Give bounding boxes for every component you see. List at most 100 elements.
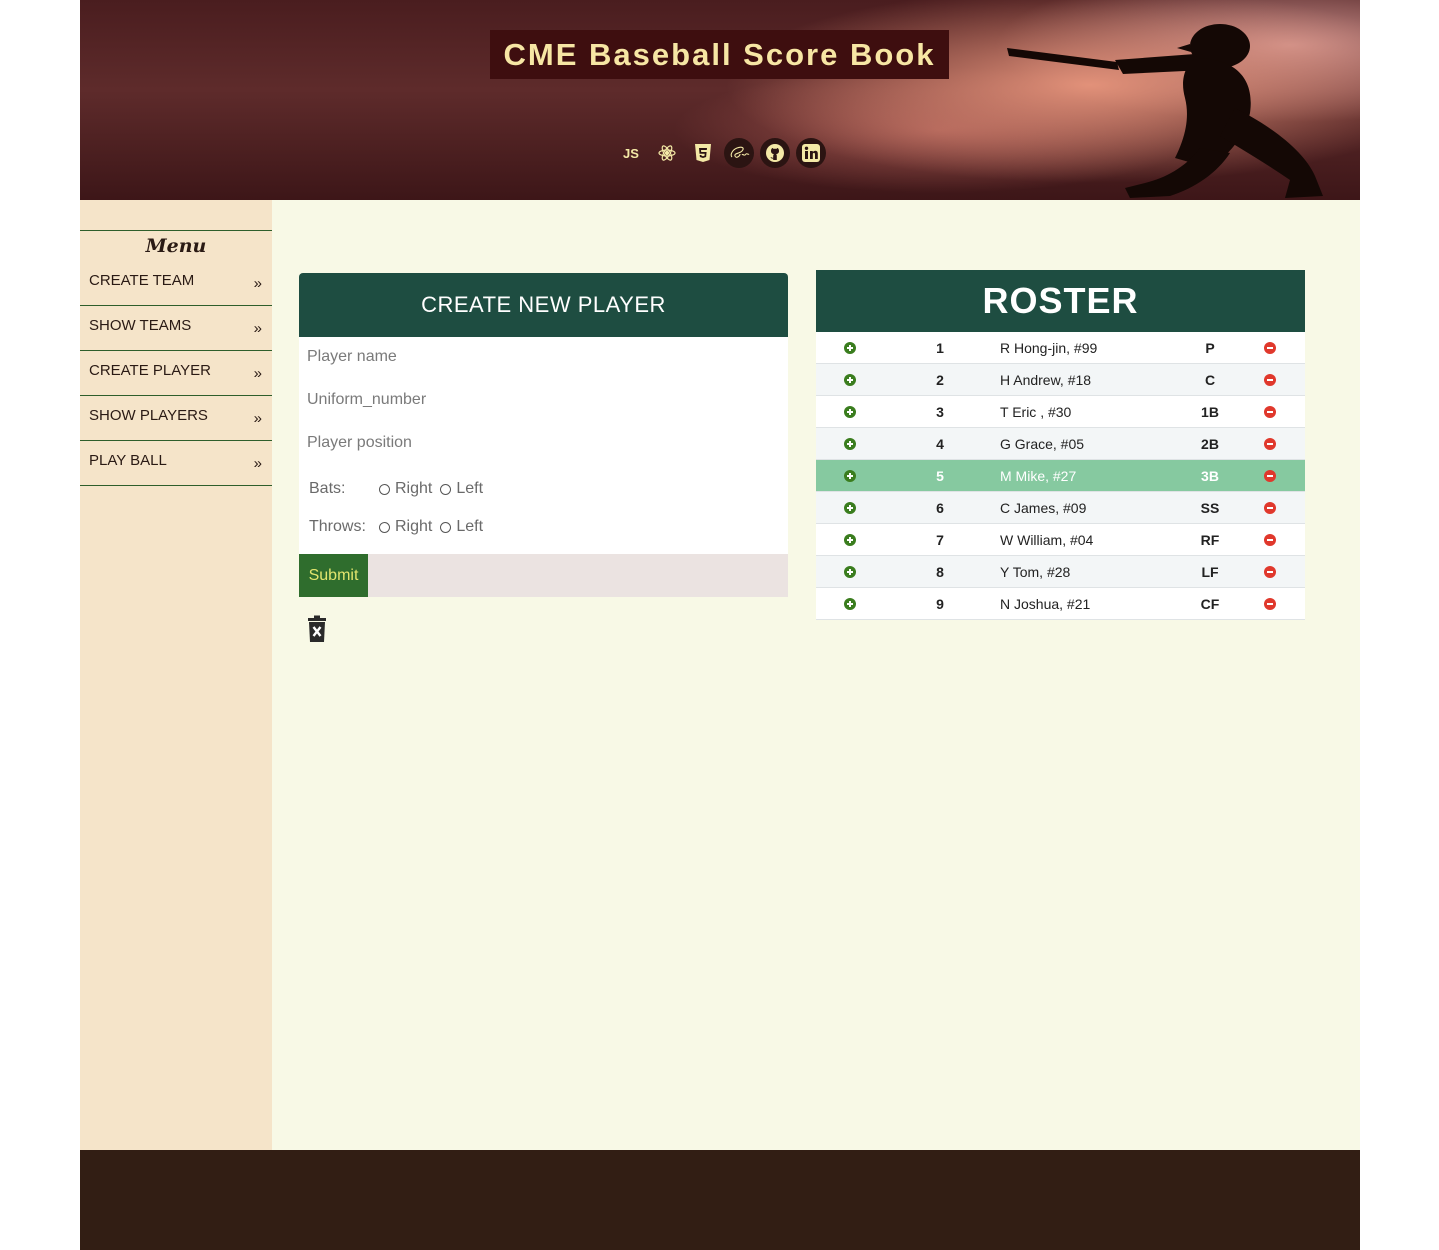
remove-circle-icon[interactable]	[1264, 469, 1276, 485]
player-name: T Eric , #30	[1000, 404, 1072, 420]
menu-item-label: SHOW PLAYERS	[89, 407, 208, 424]
player-position: 3B	[1201, 468, 1219, 484]
roster-row[interactable]: 6 C James, #09 SS	[816, 492, 1305, 524]
player-name: N Joshua, #21	[1000, 596, 1091, 612]
footer	[80, 1150, 1360, 1250]
add-circle-icon[interactable]	[844, 565, 856, 581]
roster-table: ROSTER 1 R Hong-jin, #99 P 2 H Andrew, #18 C 3…	[816, 270, 1305, 620]
remove-circle-icon[interactable]	[1264, 405, 1276, 421]
throws-right-radio[interactable]: Right	[379, 518, 432, 536]
roster-rows: 1 R Hong-jin, #99 P 2 H Andrew, #18 C 3 T Eric …	[816, 332, 1305, 620]
player-position: 1B	[1201, 404, 1219, 420]
roster-row[interactable]: 8 Y Tom, #28 LF	[816, 556, 1305, 588]
batting-order: 2	[936, 372, 944, 388]
remove-circle-icon[interactable]	[1264, 437, 1276, 453]
radio-circle-icon[interactable]	[379, 483, 390, 495]
remove-circle-icon[interactable]	[1264, 501, 1276, 517]
roster-row[interactable]: 4 G Grace, #05 2B	[816, 428, 1305, 460]
submit-bar: Submit	[299, 554, 788, 597]
double-chevron-right-icon: »	[253, 455, 262, 472]
header-banner: CME Baseball Score Book JS	[80, 0, 1360, 200]
player-name: R Hong-jin, #99	[1000, 340, 1098, 356]
main-content: CREATE NEW PLAYER Bats: Right Left	[272, 200, 1360, 1150]
player-position: RF	[1200, 532, 1220, 548]
radio-label: Right	[395, 518, 433, 535]
uniform-number-input[interactable]	[299, 380, 788, 420]
menu-title: Menu	[80, 230, 272, 261]
player-name-input[interactable]	[299, 337, 788, 377]
linkedin-icon[interactable]	[796, 138, 826, 168]
menu-list: CREATE TEAM » SHOW TEAMS » CREATE PLAYER…	[80, 261, 272, 486]
tech-icons: JS	[616, 138, 826, 168]
remove-circle-icon[interactable]	[1264, 373, 1276, 389]
player-position: SS	[1200, 500, 1220, 516]
roster-row[interactable]: 5 M Mike, #27 3B	[816, 460, 1305, 492]
throws-label: Throws:	[309, 518, 366, 535]
menu-item-label: CREATE TEAM	[89, 272, 195, 289]
submit-button[interactable]: Submit	[299, 554, 368, 597]
player-name: H Andrew, #18	[1000, 372, 1092, 388]
create-player-form: CREATE NEW PLAYER Bats: Right Left	[299, 273, 788, 597]
add-circle-icon[interactable]	[844, 501, 856, 517]
add-circle-icon[interactable]	[844, 533, 856, 549]
remove-circle-icon[interactable]	[1264, 597, 1276, 613]
batting-order: 8	[936, 564, 944, 580]
roster-title: ROSTER	[816, 270, 1305, 332]
remove-circle-icon[interactable]	[1264, 341, 1276, 357]
roster-row[interactable]: 7 W William, #04 RF	[816, 524, 1305, 556]
player-position-input[interactable]	[299, 423, 788, 463]
batting-order: 4	[936, 436, 944, 452]
roster-row[interactable]: 3 T Eric , #30 1B	[816, 396, 1305, 428]
double-chevron-right-icon: »	[253, 320, 262, 337]
add-circle-icon[interactable]	[844, 597, 856, 613]
player-position: P	[1205, 340, 1215, 356]
bats-left-radio[interactable]: Left	[440, 480, 483, 498]
bats-label: Bats:	[309, 480, 346, 497]
form-title: CREATE NEW PLAYER	[299, 273, 788, 337]
trash-icon[interactable]	[306, 615, 328, 643]
add-circle-icon[interactable]	[844, 341, 856, 357]
javascript-icon[interactable]: JS	[616, 138, 646, 168]
add-circle-icon[interactable]	[844, 469, 856, 485]
roster-row[interactable]: 2 H Andrew, #18 C	[816, 364, 1305, 396]
radio-circle-icon[interactable]	[379, 521, 390, 533]
batting-order: 1	[936, 340, 944, 356]
menu-item-create-team[interactable]: CREATE TEAM »	[80, 261, 272, 306]
throws-radio-group: Throws: Right Left	[309, 515, 491, 539]
batting-order: 5	[936, 468, 944, 484]
roster-row[interactable]: 1 R Hong-jin, #99 P	[816, 332, 1305, 364]
player-position: C	[1204, 372, 1216, 388]
sass-icon[interactable]	[724, 138, 754, 168]
add-circle-icon[interactable]	[844, 405, 856, 421]
player-position: 2B	[1201, 436, 1219, 452]
remove-circle-icon[interactable]	[1264, 533, 1276, 549]
html5-icon[interactable]	[688, 138, 718, 168]
player-name: C James, #09	[1000, 500, 1087, 516]
menu-item-play-ball[interactable]: PLAY BALL »	[80, 441, 272, 486]
bats-radio-group: Bats: Right Left	[309, 477, 491, 501]
roster-row[interactable]: 9 N Joshua, #21 CF	[816, 588, 1305, 620]
player-position: CF	[1200, 596, 1220, 612]
batting-order: 9	[936, 596, 944, 612]
bats-right-radio[interactable]: Right	[379, 480, 432, 498]
site-title: CME Baseball Score Book	[490, 30, 949, 79]
form-body: Bats: Right Left Throws: Right	[299, 337, 788, 554]
menu-item-show-players[interactable]: SHOW PLAYERS »	[80, 396, 272, 441]
github-icon[interactable]	[760, 138, 790, 168]
react-icon[interactable]	[652, 138, 682, 168]
player-name: Y Tom, #28	[1000, 564, 1071, 580]
throws-left-radio[interactable]: Left	[440, 518, 483, 536]
radio-label: Left	[456, 480, 484, 497]
remove-circle-icon[interactable]	[1264, 565, 1276, 581]
batter-silhouette-image	[1007, 24, 1323, 198]
double-chevron-right-icon: »	[253, 410, 262, 427]
radio-circle-icon[interactable]	[440, 521, 452, 533]
radio-label: Left	[456, 518, 484, 535]
add-circle-icon[interactable]	[844, 437, 856, 453]
add-circle-icon[interactable]	[844, 373, 856, 389]
radio-circle-icon[interactable]	[440, 483, 452, 495]
menu-item-show-teams[interactable]: SHOW TEAMS »	[80, 306, 272, 351]
menu-item-create-player[interactable]: CREATE PLAYER »	[80, 351, 272, 396]
batting-order: 3	[936, 404, 944, 420]
batting-order: 7	[936, 532, 944, 548]
